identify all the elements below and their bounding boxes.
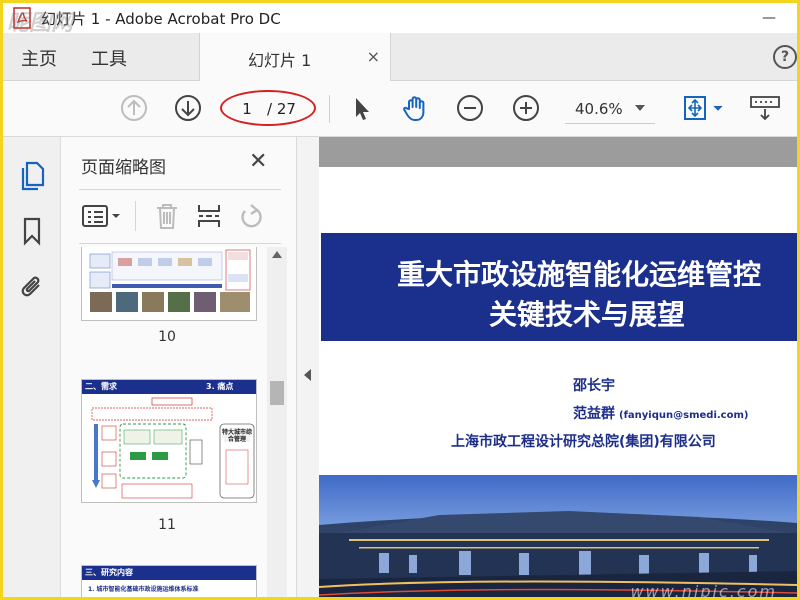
- tab-tools[interactable]: 工具: [91, 45, 127, 71]
- page-thumbnail-12[interactable]: 三、研究内容 1. 城市智能化基础市政设施运维体系标准: [81, 565, 257, 597]
- collapse-panel-icon[interactable]: [304, 369, 311, 381]
- hand-tool-icon[interactable]: [401, 93, 431, 123]
- toolbar: 1 / 27 40.6%: [3, 81, 797, 137]
- next-page-icon[interactable]: [173, 93, 203, 123]
- thumbnail-page-number: 11: [158, 517, 176, 533]
- slide-author-2-name: 范益群: [573, 406, 615, 422]
- select-cursor-icon[interactable]: [347, 93, 377, 123]
- app-window: 幻灯片 1 - Adobe Acrobat Pro DC — 昵图网 主页 工具…: [0, 0, 800, 600]
- tab-document-label: 幻灯片 1: [248, 51, 312, 70]
- keyboard-icon[interactable]: [747, 93, 783, 123]
- tab-home[interactable]: 主页: [21, 45, 57, 71]
- panel-collapse-strip[interactable]: [297, 137, 319, 597]
- help-icon[interactable]: ?: [773, 45, 797, 69]
- watermark-text: www.nipic.com: [630, 582, 777, 600]
- fit-page-icon[interactable]: [681, 93, 727, 123]
- zoom-out-icon[interactable]: [455, 93, 485, 123]
- toolbar-divider: [329, 95, 330, 123]
- zoom-underline: [565, 123, 655, 124]
- minimize-icon: —: [762, 10, 776, 26]
- close-panel-icon[interactable]: ✕: [249, 149, 267, 174]
- slide-author-2-email: (fanyiqun@smedi.com): [619, 410, 749, 421]
- page-thumbnail-10[interactable]: [81, 247, 257, 321]
- slide-author-1: 邵长宇: [573, 378, 615, 394]
- thumbnail-list: 10 二、需求 3. 痛点 特大城市综合管理 11 三、研究内容 1. 城市智能…: [61, 247, 273, 597]
- insert-page-icon[interactable]: [195, 201, 223, 235]
- panel-tools: [61, 195, 297, 239]
- delete-page-icon[interactable]: [153, 201, 181, 235]
- annotation-ellipse: [220, 90, 316, 126]
- thumbnail-scrollbar[interactable]: [267, 247, 287, 597]
- window-title: 幻灯片 1 - Adobe Acrobat Pro DC: [41, 9, 281, 28]
- title-bar: 幻灯片 1 - Adobe Acrobat Pro DC —: [3, 3, 797, 33]
- bookmark-icon[interactable]: [17, 215, 47, 247]
- slide-page: 重大市政设施智能化运维管控 关键技术与展望 邵长宇 范益群 (fanyiqun@s…: [319, 167, 797, 600]
- panel-title: 页面缩略图: [81, 158, 166, 178]
- document-view[interactable]: 重大市政设施智能化运维管控 关键技术与展望 邵长宇 范益群 (fanyiqun@s…: [319, 137, 797, 600]
- tab-row: 主页 工具 幻灯片 1 × ?: [3, 33, 797, 81]
- left-icon-column: [3, 137, 61, 597]
- zoom-in-icon[interactable]: [511, 93, 541, 123]
- slide-city-photo: www.nipic.com: [319, 475, 797, 600]
- scrollbar-thumb[interactable]: [270, 381, 284, 405]
- tools-divider: [135, 201, 136, 231]
- previous-page-icon[interactable]: [119, 93, 149, 123]
- rotate-icon[interactable]: [237, 201, 265, 235]
- panel-divider: [79, 243, 281, 244]
- options-menu-icon[interactable]: [81, 203, 125, 233]
- zoom-dropdown-icon[interactable]: [635, 105, 645, 111]
- attachment-icon[interactable]: [17, 271, 47, 303]
- page-thumbnail-11[interactable]: 二、需求 3. 痛点 特大城市综合管理: [81, 379, 257, 503]
- slide-author-2: 范益群 (fanyiqun@smedi.com): [573, 403, 748, 423]
- scroll-up-icon[interactable]: [272, 251, 282, 258]
- zoom-level[interactable]: 40.6%: [575, 100, 623, 118]
- minimize-button[interactable]: —: [749, 3, 789, 33]
- thumbnail-panel: 页面缩略图 ✕ 10 二、需求 3. 痛点 特大城市综合管理 11 三、研究内容…: [61, 137, 297, 597]
- slide-organization: 上海市政工程设计研究总院(集团)有限公司: [451, 434, 716, 450]
- close-tab-icon[interactable]: ×: [367, 47, 380, 66]
- slide-title-line-1: 重大市政设施智能化运维管控: [397, 258, 762, 291]
- tab-document[interactable]: 幻灯片 1 ×: [199, 33, 391, 81]
- thumbnail-right-box-label: 特大城市综合管理: [222, 429, 253, 443]
- thumbnail-page-number: 10: [158, 329, 176, 345]
- panel-divider: [79, 189, 281, 190]
- page-thumbnails-icon[interactable]: [17, 159, 47, 191]
- slide-title-line-2: 关键技术与展望: [489, 298, 686, 331]
- slide-title-band: 重大市政设施智能化运维管控 关键技术与展望: [321, 233, 797, 341]
